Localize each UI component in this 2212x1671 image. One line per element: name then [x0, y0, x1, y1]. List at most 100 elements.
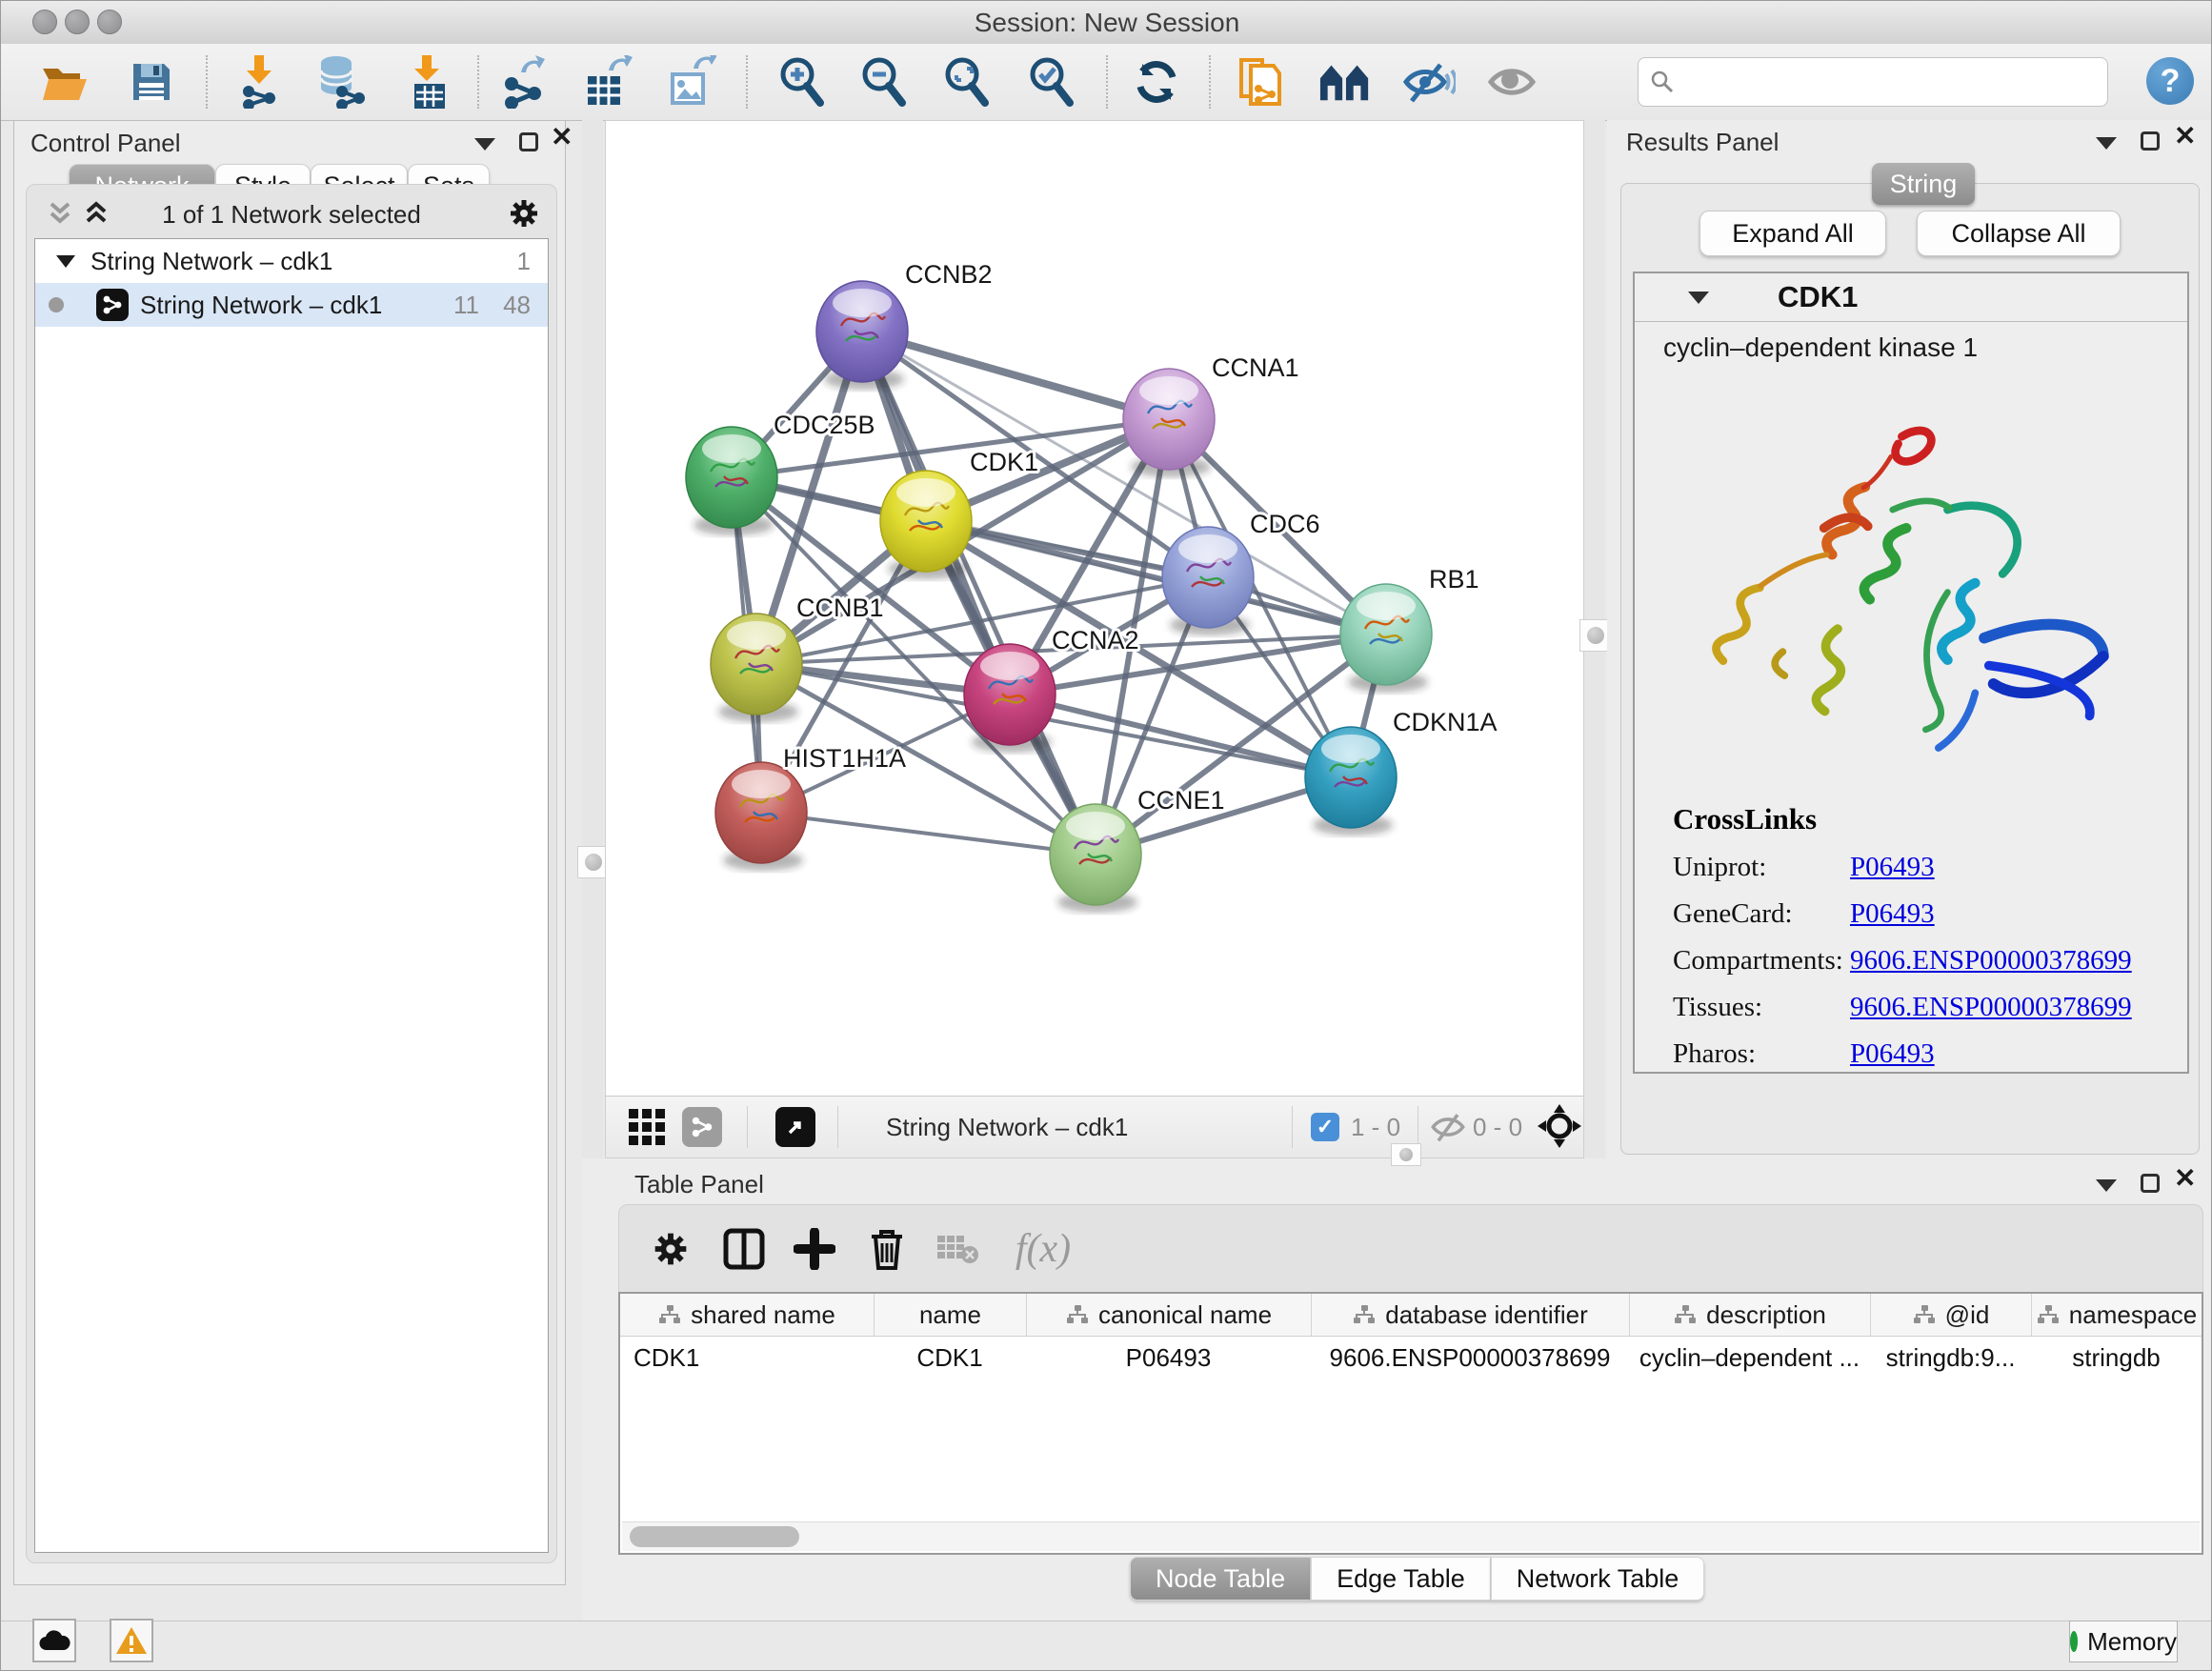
- collection-expand-arrow-icon[interactable]: [56, 255, 75, 268]
- table-cell[interactable]: 9606.ENSP00000378699: [1311, 1337, 1629, 1379]
- results-panel-float-icon[interactable]: [2141, 131, 2160, 151]
- network-node-CDC25B[interactable]: [686, 427, 777, 535]
- network-node-CCNB2[interactable]: [816, 281, 908, 390]
- open-in-browser-icon[interactable]: [775, 1107, 815, 1147]
- selected-checkbox-icon[interactable]: ✓: [1311, 1113, 1339, 1141]
- open-session-icon[interactable]: [39, 55, 92, 109]
- column-header-namespace[interactable]: namespace: [2031, 1294, 2202, 1336]
- search-input[interactable]: [1682, 68, 2107, 96]
- scrollbar-thumb[interactable]: [630, 1526, 799, 1547]
- column-header-name[interactable]: name: [874, 1294, 1026, 1336]
- network-node-CDC6[interactable]: [1162, 527, 1254, 635]
- hide-selected-icon[interactable]: [1402, 55, 1456, 109]
- node-table[interactable]: shared namenamecanonical namedatabase id…: [618, 1292, 2203, 1555]
- network-node-CCNA2[interactable]: [964, 644, 1056, 753]
- zoom-fit-icon[interactable]: [939, 55, 993, 109]
- table-options-gear-icon[interactable]: [644, 1222, 697, 1276]
- export-network-icon[interactable]: [499, 55, 553, 109]
- horizontal-splitter-handle[interactable]: [1391, 1143, 1421, 1166]
- network-node-CCNE1[interactable]: [1050, 804, 1141, 913]
- network-edge[interactable]: [862, 332, 1169, 419]
- table-cell[interactable]: P06493: [1026, 1337, 1311, 1379]
- delete-table-icon[interactable]: [931, 1222, 984, 1276]
- cdk1-entry-header[interactable]: CDK1: [1635, 273, 2187, 322]
- network-type-badge-icon[interactable]: [682, 1107, 722, 1147]
- export-table-icon[interactable]: [581, 55, 634, 109]
- network-node-HIST1H1A[interactable]: [715, 762, 807, 871]
- network-row[interactable]: String Network – cdk1 11 48: [35, 283, 548, 327]
- network-edge[interactable]: [862, 332, 1096, 855]
- table-cell[interactable]: CDK1: [620, 1337, 874, 1379]
- entry-collapse-arrow-icon[interactable]: [1688, 292, 1709, 304]
- crosslink-row: Tissues:9606.ENSP00000378699: [1673, 992, 2132, 1023]
- tab-node-table[interactable]: Node Table: [1130, 1557, 1311, 1601]
- network-node-CDK1[interactable]: [880, 471, 972, 579]
- refresh-icon[interactable]: [1130, 55, 1183, 109]
- fit-content-crosshair-icon[interactable]: [1538, 1104, 1581, 1153]
- crosslink-row: Pharos:P06493: [1673, 1038, 2132, 1070]
- show-columns-icon[interactable]: [717, 1222, 771, 1276]
- collapse-all-button[interactable]: Collapse All: [1917, 211, 2121, 256]
- table-cell[interactable]: stringdb:9...: [1870, 1337, 2031, 1379]
- collapse-all-icon[interactable]: [46, 198, 74, 227]
- tab-string[interactable]: String: [1872, 163, 1975, 205]
- crosslink-link[interactable]: P06493: [1850, 852, 1935, 883]
- table-cell[interactable]: CDK1: [874, 1337, 1026, 1379]
- tab-network-table[interactable]: Network Table: [1491, 1557, 1705, 1601]
- table-panel-float-icon[interactable]: [2141, 1174, 2160, 1193]
- create-column-plus-icon[interactable]: [788, 1222, 841, 1276]
- control-panel-close-icon[interactable]: ✕: [551, 128, 573, 147]
- network-edge[interactable]: [761, 813, 1096, 855]
- results-panel-collapse-icon[interactable]: [2096, 137, 2117, 150]
- network-node-CDKN1A[interactable]: [1305, 727, 1397, 836]
- tab-edge-table[interactable]: Edge Table: [1311, 1557, 1491, 1601]
- zoom-in-icon[interactable]: [774, 55, 828, 109]
- table-cell[interactable]: stringdb: [2031, 1337, 2202, 1379]
- import-network-from-file-icon[interactable]: [232, 55, 286, 109]
- table-panel-collapse-icon[interactable]: [2096, 1179, 2117, 1192]
- zoom-selected-icon[interactable]: [1024, 55, 1077, 109]
- network-collection-row[interactable]: String Network – cdk1 1: [35, 239, 548, 283]
- shared-column-icon: [658, 1305, 681, 1324]
- warnings-button[interactable]: [110, 1619, 153, 1662]
- crosslink-link[interactable]: 9606.ENSP00000378699: [1850, 992, 2132, 1023]
- table-cell[interactable]: cyclin–dependent ...: [1629, 1337, 1870, 1379]
- network-node-RB1[interactable]: [1340, 584, 1432, 693]
- delete-column-trash-icon[interactable]: [860, 1222, 914, 1276]
- results-panel-close-icon[interactable]: ✕: [2174, 127, 2196, 146]
- cloud-status-button[interactable]: [32, 1619, 76, 1662]
- first-neighbors-icon[interactable]: [1318, 55, 1372, 109]
- memory-button[interactable]: Memory: [2069, 1621, 2178, 1662]
- network-options-gear-icon[interactable]: [507, 196, 541, 231]
- control-panel-collapse-icon[interactable]: [474, 138, 495, 151]
- expand-all-button[interactable]: Expand All: [1699, 211, 1886, 256]
- network-node-CCNA1[interactable]: [1123, 369, 1215, 477]
- column-header-description[interactable]: description: [1629, 1294, 1870, 1336]
- column-header-shared-name[interactable]: shared name: [620, 1294, 874, 1336]
- crosslink-link[interactable]: P06493: [1850, 1038, 1935, 1070]
- crosslink-link[interactable]: P06493: [1850, 898, 1935, 930]
- network-canvas[interactable]: CCNB2CCNA1CDC25BCDK1CDC6RB1CCNB1CCNA2CDK…: [606, 121, 1583, 1097]
- control-panel-float-icon[interactable]: [519, 132, 538, 151]
- birds-eye-view-icon[interactable]: [627, 1107, 667, 1152]
- node-label-RB1: RB1: [1429, 565, 1479, 594]
- duplicate-network-icon[interactable]: [1234, 55, 1287, 109]
- table-panel-close-icon[interactable]: ✕: [2174, 1169, 2196, 1188]
- column-header--id[interactable]: @id: [1870, 1294, 2031, 1336]
- column-header-database-identifier[interactable]: database identifier: [1311, 1294, 1629, 1336]
- hidden-eye-icon[interactable]: [1429, 1110, 1467, 1149]
- import-table-from-file-icon[interactable]: [400, 55, 453, 109]
- table-row[interactable]: CDK1CDK1P064939606.ENSP00000378699cyclin…: [620, 1337, 2202, 1379]
- save-session-icon[interactable]: [125, 55, 178, 109]
- column-header-canonical-name[interactable]: canonical name: [1026, 1294, 1311, 1336]
- show-all-icon[interactable]: [1485, 55, 1538, 109]
- function-builder-icon[interactable]: f(x): [1000, 1222, 1086, 1276]
- table-horizontal-scrollbar[interactable]: [622, 1521, 2200, 1551]
- export-image-icon[interactable]: [664, 55, 717, 109]
- crosslink-link[interactable]: 9606.ENSP00000378699: [1850, 945, 2132, 976]
- right-splitter[interactable]: [1584, 120, 1605, 1158]
- network-node-CCNB1[interactable]: [711, 614, 802, 722]
- import-network-from-database-icon[interactable]: [312, 55, 366, 109]
- help-button[interactable]: ?: [2146, 57, 2194, 105]
- zoom-out-icon[interactable]: [856, 55, 910, 109]
